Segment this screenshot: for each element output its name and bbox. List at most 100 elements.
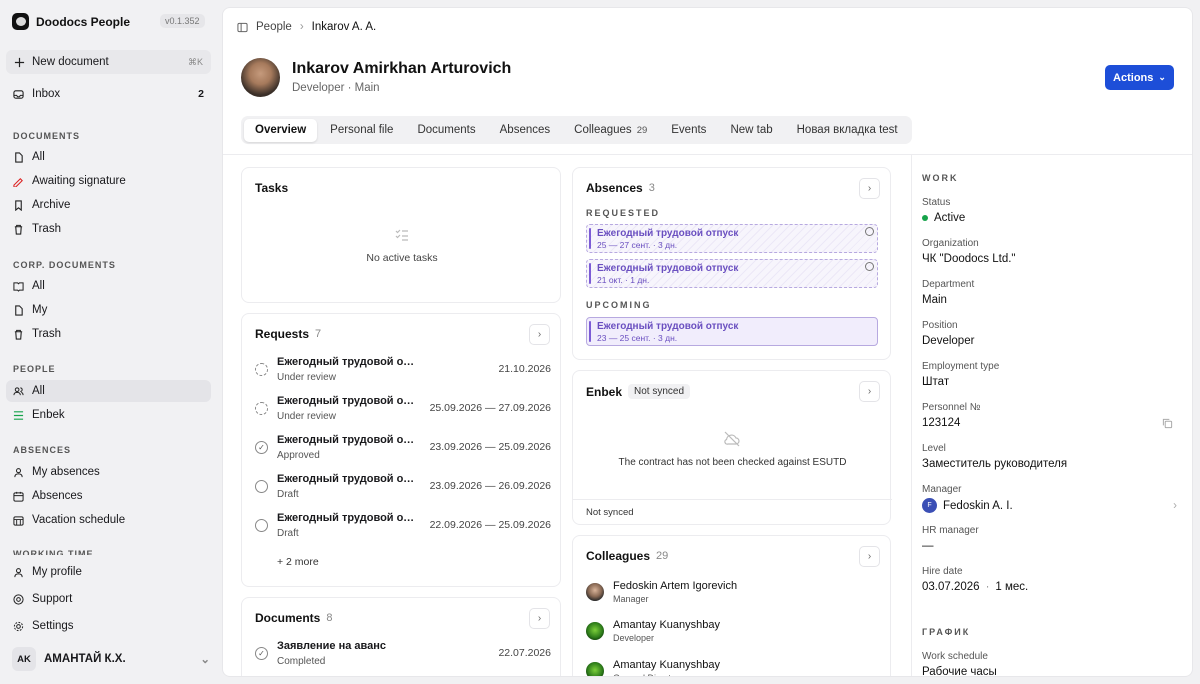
documents-card: Documents 8 › ✓ Заявление на аванс Complete… xyxy=(241,597,561,676)
absence-item[interactable]: Ежегодный трудовой отпуск 25 — 27 сент. ·… xyxy=(586,224,878,253)
requests-more-link[interactable]: + 2 more xyxy=(277,556,319,568)
open-colleagues-button[interactable]: › xyxy=(859,546,880,567)
tab-new-tab-test[interactable]: Новая вкладка test xyxy=(786,119,909,142)
chevron-down-icon: ⌄ xyxy=(1158,72,1166,82)
colleague-role: General Director xyxy=(613,673,679,676)
status-value: Active xyxy=(922,212,965,224)
sidebar-item-archive[interactable]: Archive xyxy=(6,194,211,216)
actions-button[interactable]: Actions ⌄ xyxy=(1105,65,1174,90)
tab-label: Events xyxy=(671,124,707,136)
label: Archive xyxy=(32,199,71,211)
sidebar-item-my-absences[interactable]: My absences xyxy=(6,461,211,483)
sidebar-item-people-all[interactable]: All xyxy=(6,380,211,402)
status-completed-icon: ✓ xyxy=(255,647,268,660)
employment-type-label: Employment type xyxy=(922,361,1000,372)
label: Trash xyxy=(32,328,61,340)
sidebar-item-enbek[interactable]: Enbek xyxy=(6,404,211,426)
chevron-updown-icon: ⌄ xyxy=(200,654,210,666)
app-brand[interactable]: Doodocs People xyxy=(12,13,130,30)
request-row[interactable]: Ежегодный трудовой отпуск Draft 22.09.2026… xyxy=(255,512,551,544)
sidebar-item-corp-trash[interactable]: Trash xyxy=(6,323,211,345)
section-documents: DOCUMENTS xyxy=(13,131,80,141)
card-title: Absences xyxy=(586,181,643,195)
new-document-button[interactable]: New document ⌘K xyxy=(6,50,211,74)
open-absences-button[interactable]: › xyxy=(859,178,880,199)
absence-item[interactable]: Ежегодный трудовой отпуск 23 — 25 сент. ·… xyxy=(586,317,878,346)
sidebar-item-trash[interactable]: Trash xyxy=(6,218,211,240)
card-count: 29 xyxy=(656,550,669,562)
label: All xyxy=(32,151,45,163)
label: Enbek xyxy=(32,409,65,421)
sidebar-item-vacation-schedule[interactable]: Vacation schedule xyxy=(6,509,211,531)
section-people: PEOPLE xyxy=(13,364,56,374)
tab-personal-file[interactable]: Personal file xyxy=(319,119,404,142)
level-value: Заместитель руководителя xyxy=(922,458,1068,470)
hire-date-label: Hire date xyxy=(922,566,963,577)
colleague-name: Amantay Kuanyshbay xyxy=(613,659,721,671)
card-title: Colleagues xyxy=(586,549,651,563)
colleagues-card: Colleagues 29 › Fedoskin Artem Igorevich M… xyxy=(572,535,891,676)
request-row[interactable]: Ежегодный трудовой отпуск Under review 25.… xyxy=(255,395,551,427)
status-text: Active xyxy=(934,212,966,224)
current-user[interactable]: AK АМАНТАЙ К.Х. ⌄ xyxy=(12,647,210,671)
details-panel: WORK Status Active Organization ЧК "Dood… xyxy=(911,155,1192,676)
calendar-grid-icon xyxy=(13,515,24,526)
plus-icon xyxy=(14,57,25,68)
gear-icon xyxy=(13,621,24,632)
tab-overview[interactable]: Overview xyxy=(244,118,318,142)
open-enbek-button[interactable]: › xyxy=(859,381,880,402)
copy-icon[interactable] xyxy=(1162,418,1173,432)
request-title: Ежегодный трудовой отпуск xyxy=(277,395,416,407)
user-avatar: AK xyxy=(12,647,36,671)
open-requests-button[interactable]: › xyxy=(529,324,550,345)
file-icon xyxy=(13,304,24,316)
absence-title: Ежегодный трудовой отпуск xyxy=(597,321,739,332)
sidebar-item-absences[interactable]: Absences xyxy=(6,485,211,507)
sidebar-item-corp-my[interactable]: My xyxy=(6,299,211,321)
request-date: 25.09.2026 — 27.09.2026 xyxy=(429,402,551,414)
sidebar-toggle-icon[interactable] xyxy=(237,22,248,33)
tab-documents[interactable]: Documents xyxy=(406,119,486,142)
tab-new-tab[interactable]: New tab xyxy=(719,119,783,142)
sidebar-item-awaiting-signature[interactable]: Awaiting signature xyxy=(6,170,211,192)
document-row[interactable]: ✓ Заявление на аванс Completed 22.07.2026 xyxy=(255,640,551,672)
sidebar-item-inbox[interactable]: Inbox 2 xyxy=(6,83,211,105)
department-label: Department xyxy=(922,279,975,290)
tab-absences[interactable]: Absences xyxy=(489,119,562,142)
sidebar-item-my-profile[interactable]: My profile xyxy=(6,561,211,583)
breadcrumb-people[interactable]: People xyxy=(256,21,292,33)
card-count: 8 xyxy=(326,612,333,624)
tab-label: Documents xyxy=(417,124,476,136)
document-status: Completed xyxy=(277,656,326,667)
absence-item[interactable]: Ежегодный трудовой отпуск 21 окт. · 1 дн. xyxy=(586,259,878,288)
position-value: Developer xyxy=(922,335,975,347)
level-label: Level xyxy=(922,443,946,454)
tab-colleagues[interactable]: Colleagues 29 xyxy=(563,119,658,142)
request-row[interactable]: ✓ Ежегодный трудовой отпуск Approved 23.09.… xyxy=(255,434,551,466)
request-row[interactable]: Ежегодный трудовой отпуск Under review 21.… xyxy=(255,356,551,388)
open-documents-button[interactable]: › xyxy=(529,608,550,629)
checklist-icon xyxy=(394,227,410,246)
request-date: 23.09.2026 — 26.09.2026 xyxy=(429,480,551,492)
tasks-empty: No active tasks xyxy=(366,252,438,264)
book-icon xyxy=(13,281,24,292)
sidebar-item-corp-all[interactable]: All xyxy=(6,275,211,297)
profile-subtitle: Developer · Main xyxy=(292,82,380,94)
colleague-name: Fedoskin Artem Igorevich xyxy=(613,580,738,592)
organization-label: Organization xyxy=(922,238,979,249)
absence-title: Ежегодный трудовой отпуск xyxy=(597,228,739,239)
tab-events[interactable]: Events xyxy=(660,119,717,142)
tab-label: Новая вкладка test xyxy=(796,124,898,136)
sidebar-item-settings[interactable]: Settings xyxy=(6,615,211,637)
status-pending-icon xyxy=(255,363,268,376)
sidebar-item-support[interactable]: Support xyxy=(6,588,211,610)
request-date: 22.09.2026 — 25.09.2026 xyxy=(429,519,551,531)
sidebar-item-documents-all[interactable]: All xyxy=(6,146,211,168)
manager-link[interactable]: F Fedoskin A. I. › xyxy=(922,498,1177,513)
personnel-number-value: 123124 xyxy=(922,417,961,429)
colleague-avatar xyxy=(586,622,604,640)
hire-date-value: 03.07.2026 · 1 мес. xyxy=(922,581,1029,593)
request-row[interactable]: Ежегодный трудовой отпуск Draft 23.09.2026… xyxy=(255,473,551,505)
sidebar: Doodocs People v0.1.352 New document ⌘K I… xyxy=(0,0,218,684)
section-working-time: WORKING TIME xyxy=(13,549,94,555)
